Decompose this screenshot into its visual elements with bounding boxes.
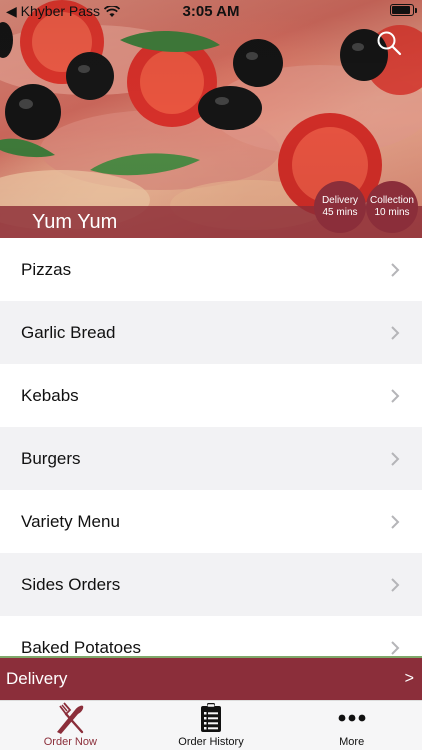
category-row-baked-potatoes[interactable]: Baked Potatoes bbox=[0, 616, 422, 656]
tab-bar: Order Now Order History More bbox=[0, 700, 422, 750]
chevron-right-icon bbox=[391, 577, 400, 592]
search-button[interactable] bbox=[376, 30, 402, 56]
tab-label: Order History bbox=[178, 736, 244, 748]
chevron-right-icon bbox=[391, 388, 400, 403]
battery-icon bbox=[390, 4, 417, 16]
chevron-right-icon bbox=[391, 640, 400, 655]
clipboard-list-icon bbox=[201, 703, 221, 732]
delivery-badge-value: 45 mins bbox=[322, 207, 358, 218]
chevron-right-icon bbox=[391, 325, 400, 340]
category-row-burgers[interactable]: Burgers bbox=[0, 427, 422, 490]
search-icon bbox=[377, 31, 402, 56]
store-name: Yum Yum bbox=[32, 211, 118, 233]
collection-badge-value: 10 mins bbox=[374, 207, 410, 218]
chevron-right-icon bbox=[391, 262, 400, 277]
category-row-sides-orders[interactable]: Sides Orders bbox=[0, 553, 422, 616]
category-row-garlic-bread[interactable]: Garlic Bread bbox=[0, 301, 422, 364]
category-label: Pizzas bbox=[21, 259, 72, 279]
delivery-badge-title: Delivery bbox=[321, 195, 359, 206]
tab-label: More bbox=[339, 736, 365, 748]
category-label: Garlic Bread bbox=[21, 322, 116, 342]
tab-more[interactable]: More bbox=[281, 701, 422, 750]
chevron-right-icon bbox=[391, 451, 400, 466]
category-label: Sides Orders bbox=[21, 574, 121, 594]
collection-badge-title: Collection bbox=[370, 195, 414, 206]
delivery-mode-bar[interactable]: Delivery > bbox=[0, 656, 422, 700]
status-time: 3:05 AM bbox=[182, 3, 240, 20]
tab-order-history[interactable]: Order History bbox=[141, 701, 282, 750]
more-dots-icon bbox=[338, 714, 366, 722]
chevron-right-icon bbox=[391, 514, 400, 529]
battery-group bbox=[390, 4, 417, 16]
delivery-time-badge: Delivery 45 mins bbox=[314, 181, 366, 233]
category-label: Variety Menu bbox=[21, 511, 120, 531]
category-label: Kebabs bbox=[21, 385, 79, 405]
category-row-kebabs[interactable]: Kebabs bbox=[0, 364, 422, 427]
category-row-pizzas[interactable]: Pizzas bbox=[0, 238, 422, 301]
category-list: Pizzas Garlic Bread Kebabs Burgers Varie… bbox=[0, 238, 422, 656]
category-row-variety-menu[interactable]: Variety Menu bbox=[0, 490, 422, 553]
category-label: Baked Potatoes bbox=[21, 637, 142, 657]
tab-order-now[interactable]: Order Now bbox=[0, 701, 141, 750]
category-label: Burgers bbox=[21, 448, 81, 468]
tab-label: Order Now bbox=[43, 736, 97, 748]
fork-knife-icon bbox=[57, 702, 84, 734]
collection-time-badge: Collection 10 mins bbox=[366, 181, 418, 233]
delivery-mode-label: Delivery bbox=[6, 669, 68, 688]
status-bar: ◀ Khyber Pass 3:05 AM bbox=[0, 0, 422, 22]
delivery-mode-arrow: > bbox=[404, 670, 414, 687]
